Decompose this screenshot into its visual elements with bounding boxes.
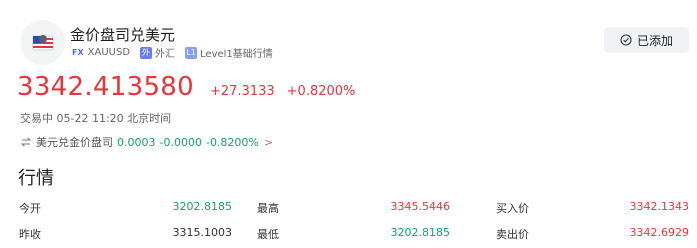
stat-value: 3342.6929 bbox=[629, 226, 690, 239]
stat-label: 买入价 bbox=[496, 202, 529, 215]
stat-label: 最高 bbox=[257, 202, 279, 215]
added-to-watchlist-button[interactable]: 已添加 bbox=[604, 27, 689, 53]
trading-status: 交易中 05-22 11:20 北京时间 bbox=[20, 112, 172, 125]
last-price: 3342.413580 bbox=[17, 72, 194, 102]
instrument-title: 金价盘司兑美元 bbox=[70, 26, 176, 44]
related-pair-link[interactable]: 美元兑金价盘司 0.0003 -0.0000 -0.8200% > bbox=[20, 134, 273, 150]
symbol-code: XAUUSD bbox=[87, 47, 131, 58]
price-change-percent: +0.8200% bbox=[286, 84, 356, 99]
stat-value: 3315.1003 bbox=[172, 226, 233, 239]
price-row: 3342.413580 +27.3133 +0.8200% bbox=[17, 72, 355, 102]
data-level-label: Level1基础行情 bbox=[200, 49, 273, 60]
stat-label: 卖出价 bbox=[496, 228, 529, 241]
stat-value: 3202.8185 bbox=[172, 200, 233, 213]
related-pair-change: -0.0000 bbox=[159, 135, 202, 149]
stat-label: 昨收 bbox=[19, 228, 41, 241]
swap-icon bbox=[20, 137, 32, 147]
level-icon: L1 bbox=[185, 46, 198, 59]
related-pair-price: 0.0003 bbox=[117, 135, 156, 149]
stat-label: 今开 bbox=[19, 202, 41, 215]
related-pair-name: 美元兑金价盘司 bbox=[36, 136, 113, 149]
flag-icon bbox=[32, 34, 53, 50]
currency-pair-avatar bbox=[20, 20, 65, 65]
stat-value: 3202.8185 bbox=[390, 226, 451, 239]
related-pair-percent: -0.8200% bbox=[205, 135, 259, 149]
fx-tag: FX bbox=[72, 48, 84, 57]
market-section-title: 行情 bbox=[18, 168, 54, 189]
instrument-meta: FX XAUUSD 外 外汇 L1 Level1基础行情 bbox=[72, 45, 283, 60]
price-change: +27.3133 bbox=[210, 84, 275, 99]
forex-icon: 外 bbox=[140, 46, 153, 59]
chevron-right-icon: > bbox=[263, 135, 274, 149]
added-label: 已添加 bbox=[636, 33, 673, 48]
check-circle-icon bbox=[620, 34, 632, 46]
stat-value: 3345.5446 bbox=[390, 200, 451, 213]
market-type-label: 外汇 bbox=[155, 49, 176, 60]
stat-label: 最低 bbox=[257, 228, 279, 241]
stat-value: 3342.1343 bbox=[629, 200, 690, 213]
